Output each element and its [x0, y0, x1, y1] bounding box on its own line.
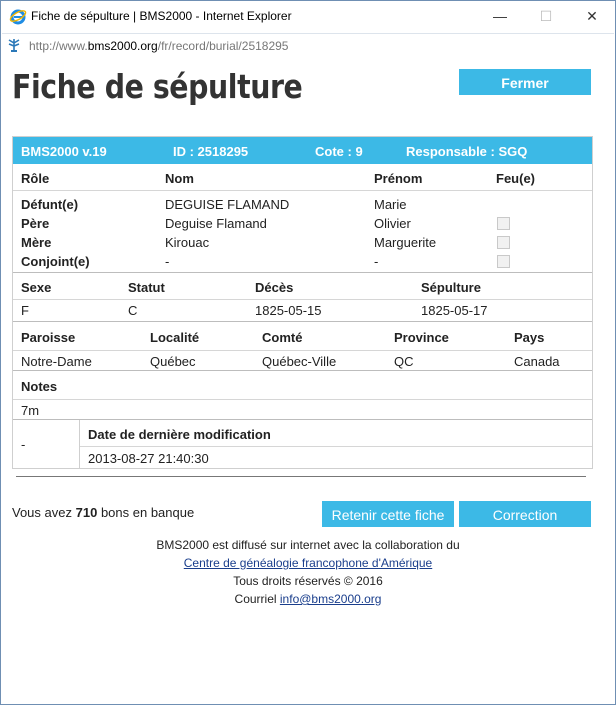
- value-sepulture: 1825-05-17: [421, 303, 488, 318]
- person-role: Mère: [21, 235, 52, 250]
- modification-date: 2013-08-27 21:40:30: [88, 451, 209, 466]
- retain-record-button[interactable]: Retenir cette fiche: [322, 501, 454, 527]
- vital-section: Sexe Statut Décès Sépulture F C 1825-05-…: [13, 272, 592, 321]
- feu-checkbox: [497, 217, 510, 230]
- col-role: Rôle: [21, 171, 50, 186]
- browser-window: Fiche de sépulture | BMS2000 - Internet …: [0, 0, 616, 705]
- modification-left-value: -: [21, 437, 26, 452]
- value-sexe: F: [21, 303, 29, 318]
- value-statut: C: [128, 303, 138, 318]
- col-pays: Pays: [514, 330, 545, 345]
- feu-checkbox: [497, 236, 510, 249]
- bank-balance: Vous avez 710 bons en banque: [12, 505, 195, 520]
- value-pays: Canada: [514, 354, 560, 369]
- col-comte: Comté: [262, 330, 303, 345]
- record-header: BMS2000 v.19 ID : 2518295 Cote : 9 Respo…: [13, 137, 592, 164]
- close-window-button[interactable]: ✕: [569, 1, 615, 32]
- modification-section: - Date de dernière modification 2013-08-…: [13, 419, 592, 468]
- col-prenom: Prénom: [374, 171, 423, 186]
- title-bar: Fiche de sépulture | BMS2000 - Internet …: [1, 1, 615, 32]
- footer-line-1: BMS2000 est diffusé sur internet avec la…: [156, 538, 460, 552]
- col-nom: Nom: [165, 171, 194, 186]
- place-header: Paroisse Localité Comté Province Pays: [13, 322, 592, 351]
- value-localite: Québec: [150, 354, 196, 369]
- value-deces: 1825-05-15: [255, 303, 322, 318]
- footer-line-2: Centre de généalogie francophone d'Améri…: [2, 556, 614, 570]
- col-sepulture: Sépulture: [421, 280, 481, 295]
- burial-record: BMS2000 v.19 ID : 2518295 Cote : 9 Respo…: [12, 136, 593, 469]
- person-nom: -: [165, 254, 170, 269]
- page-content: Fiche de sépulture Fermer BMS2000 v.19 I…: [2, 57, 614, 703]
- footer-copyright: Tous droits réservés © 2016: [233, 574, 383, 588]
- col-province: Province: [394, 330, 449, 345]
- record-id: ID : 2518295: [173, 144, 249, 159]
- partner-link[interactable]: Centre de généalogie francophone d'Améri…: [184, 556, 432, 570]
- notes-label: Notes: [21, 379, 58, 394]
- minimize-button[interactable]: —: [477, 1, 523, 32]
- close-button[interactable]: Fermer: [459, 69, 591, 95]
- url-text[interactable]: http://www.bms2000.org/fr/record/burial/…: [29, 39, 288, 53]
- person-role: Défunt(e): [21, 197, 79, 212]
- notes-value: 7m: [21, 403, 40, 418]
- window-title: Fiche de sépulture | BMS2000 - Internet …: [31, 9, 292, 23]
- record-version: BMS2000 v.19: [21, 144, 107, 159]
- col-deces: Décès: [255, 280, 294, 295]
- modification-label: Date de dernière modification: [88, 427, 271, 442]
- col-localite: Localité: [150, 330, 200, 345]
- value-province: QC: [394, 354, 414, 369]
- internet-explorer-icon: [9, 7, 27, 25]
- persons-header: Rôle Nom Prénom Feu(e): [13, 164, 592, 191]
- col-paroisse: Paroisse: [21, 330, 76, 345]
- email-link[interactable]: info@bms2000.org: [280, 592, 382, 606]
- page-title: Fiche de sépulture: [12, 67, 303, 106]
- person-prenom: -: [374, 254, 379, 269]
- table-row: F C 1825-05-15 1825-05-17: [13, 300, 592, 321]
- person-nom: Deguise Flamand: [165, 216, 267, 231]
- address-bar[interactable]: http://www.bms2000.org/fr/record/burial/…: [2, 33, 614, 58]
- notes-section: Notes 7m: [13, 370, 592, 419]
- divider: [16, 476, 586, 477]
- site-tree-icon: [6, 37, 22, 53]
- table-row: Mère Kirouac Marguerite: [13, 232, 592, 251]
- person-prenom: Olivier: [374, 216, 411, 231]
- feu-checkbox: [497, 255, 510, 268]
- col-feu: Feu(e): [496, 171, 535, 186]
- record-responsable: Responsable : SGQ: [406, 144, 528, 159]
- table-row: Défunt(e) DEGUISE FLAMAND Marie: [13, 194, 592, 213]
- correction-button[interactable]: Correction: [459, 501, 591, 527]
- col-sexe: Sexe: [21, 280, 52, 295]
- notes-value-row: 7m: [13, 400, 592, 419]
- table-row: Conjoint(e) - -: [13, 251, 592, 270]
- person-prenom: Marguerite: [374, 235, 437, 250]
- person-role: Conjoint(e): [21, 254, 90, 269]
- bank-count: 710: [75, 505, 98, 520]
- person-role: Père: [21, 216, 50, 231]
- person-nom: Kirouac: [165, 235, 210, 250]
- value-paroisse: Notre-Dame: [21, 354, 92, 369]
- value-comte: Québec-Ville: [262, 354, 337, 369]
- footer-contact: Courriel info@bms2000.org: [234, 592, 382, 606]
- place-section: Paroisse Localité Comté Province Pays No…: [13, 321, 592, 370]
- notes-header: Notes: [13, 371, 592, 400]
- record-cote: Cote : 9: [315, 144, 363, 159]
- table-row: Père Deguise Flamand Olivier: [13, 213, 592, 232]
- person-prenom: Marie: [374, 197, 407, 212]
- table-row: Notre-Dame Québec Québec-Ville QC Canada: [13, 351, 592, 370]
- maximize-button[interactable]: ☐: [523, 1, 569, 32]
- col-statut: Statut: [128, 280, 165, 295]
- person-nom: DEGUISE FLAMAND: [165, 197, 290, 212]
- vital-header: Sexe Statut Décès Sépulture: [13, 273, 592, 300]
